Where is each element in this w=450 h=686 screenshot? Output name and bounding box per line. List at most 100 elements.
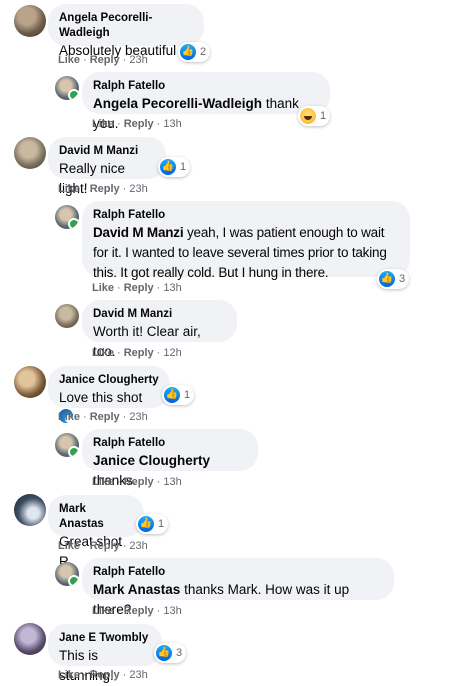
comment-bubble: David M Manzi Worth it! Clear air, too. [82, 300, 237, 359]
like-reaction-icon: 👍 [379, 271, 395, 287]
like-link[interactable]: Like [92, 118, 114, 130]
like-link[interactable]: Like [92, 605, 114, 617]
reply-link[interactable]: Reply [90, 540, 120, 552]
reply-link[interactable]: Reply [90, 54, 120, 66]
comment-actions: Like · Reply · 13h [92, 605, 182, 617]
comment-author[interactable]: Ralph Fatello [93, 208, 399, 223]
avatar[interactable] [55, 205, 79, 229]
avatar[interactable] [14, 494, 46, 526]
comment-actions: Like · Reply · 23h [58, 669, 148, 681]
comment-timestamp[interactable]: 13h [163, 476, 181, 488]
comment-bubble: Jane E Twombly This is stunning. [48, 624, 162, 683]
comment-thread: Angela Pecorelli-Wadleigh Absolutely bea… [0, 0, 450, 684]
like-link[interactable]: Like [58, 540, 80, 552]
reaction-badge[interactable]: 👍 1 [162, 385, 195, 405]
comment-bubble: Ralph Fatello Mark Anastas thanks Mark. … [82, 558, 394, 617]
comment-author[interactable]: Ralph Fatello [93, 436, 247, 451]
avatar[interactable] [55, 304, 79, 328]
reply-link[interactable]: Reply [90, 183, 120, 195]
avatar[interactable] [55, 433, 79, 457]
like-link[interactable]: Like [92, 282, 114, 294]
reaction-count: 1 [184, 389, 191, 401]
comment-author[interactable]: Jane E Twombly [59, 631, 151, 646]
comment-author[interactable]: Janice Clougherty [59, 373, 159, 388]
reaction-badge[interactable]: 👍 3 [154, 643, 187, 663]
comment-bubble: David M Manzi Really nice light! [48, 137, 166, 196]
mention-link[interactable]: David M Manzi [93, 225, 184, 240]
online-status-indicator [68, 446, 79, 457]
online-status-indicator [68, 89, 79, 100]
avatar[interactable] [55, 562, 79, 586]
reaction-count: 3 [399, 273, 406, 285]
reply-link[interactable]: Reply [124, 476, 154, 488]
online-status-indicator [68, 218, 79, 229]
like-link[interactable]: Like [58, 411, 80, 423]
reaction-count: 2 [200, 46, 207, 58]
reply-link[interactable]: Reply [124, 605, 154, 617]
comment-actions: Like · Reply · 13h [92, 476, 182, 488]
reply-link[interactable]: Reply [124, 118, 154, 130]
avatar[interactable] [14, 137, 46, 169]
comment-timestamp[interactable]: 12h [163, 347, 181, 359]
comment-author[interactable]: Ralph Fatello [93, 79, 319, 94]
comment-text: Love this shot [59, 390, 143, 405]
reaction-count: 1 [320, 110, 327, 122]
like-reaction-icon: 👍 [160, 159, 176, 175]
reply-link[interactable]: Reply [90, 411, 120, 423]
like-reaction-icon: 👍 [164, 387, 180, 403]
like-link[interactable]: Like [58, 669, 80, 681]
haha-reaction-icon [300, 108, 316, 124]
comment-author[interactable]: Ralph Fatello [93, 565, 383, 580]
comment-timestamp[interactable]: 13h [163, 282, 181, 294]
reaction-badge[interactable]: 👍 2 [178, 42, 211, 62]
comment-bubble: Mark Anastas Great shot R [48, 495, 144, 569]
like-link[interactable]: Like [92, 347, 114, 359]
comment-author[interactable]: Angela Pecorelli-Wadleigh [59, 11, 193, 41]
comment-bubble: Janice Clougherty Love this shot [48, 366, 170, 423]
like-link[interactable]: Like [58, 183, 80, 195]
comment-timestamp[interactable]: 23h [129, 411, 147, 423]
avatar[interactable] [14, 5, 46, 37]
reaction-badge[interactable]: 👍 3 [377, 269, 410, 289]
comment-bubble: Ralph Fatello Janice Clougherty thanks. [82, 429, 258, 488]
comment-timestamp[interactable]: 13h [163, 118, 181, 130]
comment-actions: Like · Reply · 23h [58, 540, 148, 552]
comment-actions: Like · Reply · 23h [58, 54, 148, 66]
comment-author[interactable]: David M Manzi [93, 307, 226, 322]
comment-actions: Like · Reply · 12h [92, 347, 182, 359]
like-link[interactable]: Like [58, 54, 80, 66]
comment-author[interactable]: David M Manzi [59, 144, 155, 159]
avatar[interactable] [14, 366, 46, 398]
comment-actions: Like · Reply · 13h [92, 282, 182, 294]
comment-actions: Like · Reply · 23h [58, 411, 148, 423]
comment-timestamp[interactable]: 23h [129, 183, 147, 195]
comment-bubble: Ralph Fatello Angela Pecorelli-Wadleigh … [82, 72, 330, 131]
comment-timestamp[interactable]: 23h [129, 540, 147, 552]
reply-link[interactable]: Reply [90, 669, 120, 681]
reaction-count: 1 [180, 161, 187, 173]
comment-actions: Like · Reply · 23h [58, 183, 148, 195]
mention-link[interactable]: Janice Clougherty [93, 453, 210, 468]
like-reaction-icon: 👍 [156, 645, 172, 661]
comment-timestamp[interactable]: 23h [129, 54, 147, 66]
comment-author[interactable]: Mark Anastas [59, 502, 133, 532]
like-reaction-icon: 👍 [138, 516, 154, 532]
reaction-badge[interactable]: 1 [298, 106, 331, 126]
mention-link[interactable]: Mark Anastas [93, 582, 180, 597]
mention-link[interactable]: Angela Pecorelli-Wadleigh [93, 96, 262, 111]
reaction-count: 1 [158, 518, 165, 530]
comment-bubble: Angela Pecorelli-Wadleigh Absolutely bea… [48, 4, 204, 58]
reply-link[interactable]: Reply [124, 347, 154, 359]
comment-actions: Like · Reply · 13h [92, 118, 182, 130]
comment-timestamp[interactable]: 23h [129, 669, 147, 681]
like-link[interactable]: Like [92, 476, 114, 488]
reaction-count: 3 [176, 647, 183, 659]
reaction-badge[interactable]: 👍 1 [136, 514, 169, 534]
reaction-badge[interactable]: 👍 1 [158, 157, 191, 177]
like-reaction-icon: 👍 [180, 44, 196, 60]
comment-bubble: Ralph Fatello David M Manzi yeah, I was … [82, 201, 410, 280]
reply-link[interactable]: Reply [124, 282, 154, 294]
comment-timestamp[interactable]: 13h [163, 605, 181, 617]
avatar[interactable] [14, 623, 46, 655]
avatar[interactable] [55, 76, 79, 100]
